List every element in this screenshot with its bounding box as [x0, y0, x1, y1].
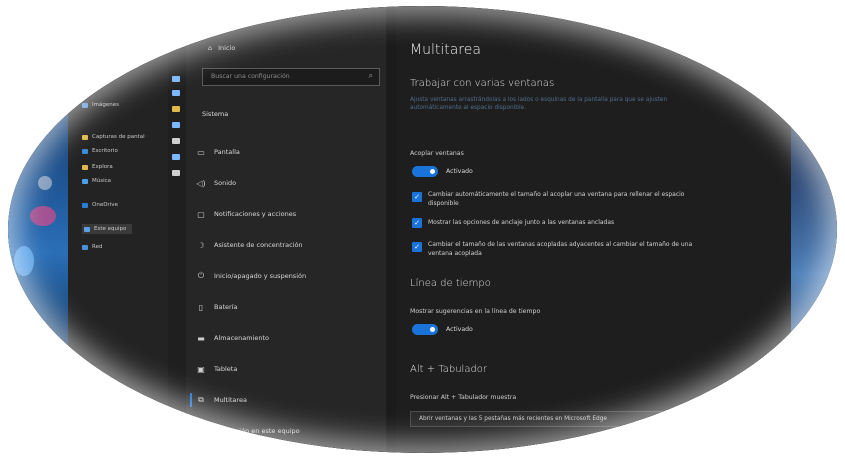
- speaker-icon: ◁): [196, 178, 206, 188]
- checkbox-label: Mostrar las opciones de anclaje junto a …: [428, 219, 615, 226]
- scrollbar-track[interactable]: [386, 6, 396, 453]
- explorer-item[interactable]: Música: [82, 178, 111, 184]
- sidebar-item-inicio-apagado[interactable]: ⏻ Inicio/apagado y suspensión: [196, 271, 306, 281]
- folder-icon: [82, 164, 88, 170]
- sidebar-item-almacenamiento[interactable]: ▬ Almacenamiento: [196, 333, 269, 343]
- sidebar-item-tableta[interactable]: ▣ Tableta: [196, 364, 237, 374]
- sidebar-item-asistente[interactable]: ☽ Asistente de concentración: [196, 240, 302, 250]
- home-icon: ⌂: [208, 44, 213, 52]
- tablet-icon: ▣: [197, 364, 205, 374]
- checkbox-show-snap-options[interactable]: ✓: [412, 218, 422, 228]
- checkbox-resize-adjacent[interactable]: ✓: [412, 242, 422, 252]
- sidebar-item-sonido[interactable]: ◁) Sonido: [196, 178, 236, 188]
- snap-description: Ajusta ventanas arrastrándolas a los lad…: [410, 97, 668, 111]
- desktop-wallpaper-right: [791, 6, 837, 453]
- folder-icon: [82, 134, 88, 140]
- alttab-heading: Alt + Tabulador: [410, 364, 488, 375]
- snap-toggle-state: Activado: [446, 168, 473, 175]
- photo-frame: Imágenes Capturas de pantal Escritorio E…: [0, 0, 845, 459]
- notification-icon: ▢: [197, 209, 205, 219]
- projection-icon: ▭: [197, 426, 205, 436]
- sidebar-item-bateria[interactable]: ▯ Batería: [196, 302, 238, 312]
- search-input[interactable]: Buscar una configuración ⌕: [202, 68, 380, 86]
- alttab-dropdown[interactable]: Abrir ventanas y las 5 pestañas más reci…: [410, 411, 680, 427]
- computer-icon: [84, 226, 90, 232]
- cloud-icon: [82, 202, 88, 208]
- screen-area: Imágenes Capturas de pantal Escritorio E…: [8, 6, 837, 453]
- section-title: Sistema: [202, 110, 229, 118]
- moon-icon: ☽: [197, 240, 205, 250]
- checkbox-label: Cambiar automáticamente el tamaño al aco…: [428, 191, 685, 207]
- explorer-item[interactable]: Explora: [82, 164, 113, 170]
- music-icon: [82, 178, 88, 184]
- battery-icon: ▯: [198, 302, 204, 312]
- pictures-icon: [82, 102, 88, 108]
- explorer-item[interactable]: Escritorio: [82, 148, 118, 154]
- timeline-toggle[interactable]: [412, 324, 438, 335]
- snap-heading: Trabajar con varias ventanas: [410, 78, 555, 89]
- settings-content: Multitarea Trabajar con varias ventanas …: [396, 6, 791, 453]
- snap-toggle[interactable]: [412, 166, 438, 177]
- alttab-label: Presionar Alt + Tabulador muestra: [410, 394, 517, 401]
- network-icon: [82, 244, 88, 250]
- sidebar-item-notificaciones[interactable]: ▢ Notificaciones y acciones: [196, 209, 296, 219]
- settings-sidebar: ⌂ Inicio Buscar una configuración ⌕ Siste…: [186, 6, 386, 453]
- explorer-item[interactable]: Red: [82, 244, 102, 250]
- checkbox-label: Cambiar el tamaño de las ventanas acopla…: [428, 241, 693, 257]
- home-link[interactable]: ⌂ Inicio: [208, 44, 235, 52]
- explorer-item-selected[interactable]: Este equipo: [82, 224, 133, 234]
- file-explorer-panel: Imágenes Capturas de pantal Escritorio E…: [68, 6, 168, 453]
- sidebar-item-pantalla[interactable]: ▭ Pantalla: [196, 147, 240, 157]
- timeline-toggle-state: Activado: [446, 326, 473, 333]
- sidebar-item-proyeccion[interactable]: ▭ Proyección en este equipo: [196, 426, 299, 436]
- storage-icon: ▬: [197, 333, 205, 343]
- explorer-item[interactable]: Capturas de pantal: [82, 134, 145, 140]
- timeline-heading: Línea de tiempo: [410, 278, 491, 289]
- timeline-toggle-label: Mostrar sugerencias en la línea de tiemp…: [410, 308, 541, 315]
- power-icon: ⏻: [197, 271, 205, 280]
- page-title: Multitarea: [410, 42, 481, 58]
- explorer-item[interactable]: OneDrive: [82, 202, 118, 208]
- desktop-icon: [82, 148, 88, 154]
- file-list-strip: [168, 6, 187, 453]
- desktop-wallpaper-left: [8, 6, 68, 453]
- monitor-icon: ▭: [197, 147, 205, 157]
- checkbox-resize-snap[interactable]: ✓: [412, 192, 422, 202]
- snap-toggle-label: Acoplar ventanas: [410, 150, 464, 157]
- explorer-item[interactable]: Imágenes: [82, 102, 119, 108]
- sidebar-item-multitarea[interactable]: ⧉ Multitarea: [190, 393, 247, 407]
- multitask-icon: ⧉: [198, 395, 204, 404]
- search-icon: ⌕: [368, 71, 373, 80]
